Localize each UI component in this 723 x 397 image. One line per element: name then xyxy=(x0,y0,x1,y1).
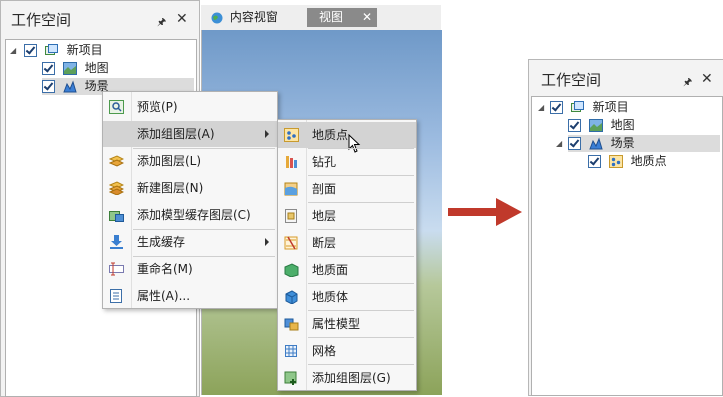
workspace-panel-result: 工作空间 🖈 ✕ ◢ 新项目 地图 ◢ 场景 地质点 xyxy=(528,59,723,396)
model-cache-icon xyxy=(109,211,124,222)
menu-item-rename[interactable]: 重命名(M) xyxy=(103,256,277,282)
tab-view[interactable]: 视图 ✕ xyxy=(307,8,377,27)
pin-icon[interactable]: 🖈 xyxy=(683,75,692,92)
checkbox-checked-icon[interactable] xyxy=(588,155,601,168)
new-layer-icon xyxy=(109,181,124,195)
menu-item-add-model-cache-layer[interactable]: 添加模型缓存图层(C) xyxy=(103,202,277,228)
submenu-item-add-group-layer[interactable]: 添加组图层(G) xyxy=(278,365,416,391)
grid-icon xyxy=(285,345,297,357)
geo-body-icon xyxy=(285,290,298,304)
context-menu: 预览(P) 添加组图层(A) 添加图层(L) 新建图层(N) 添加模型缓存图层(… xyxy=(102,91,278,309)
submenu-item-section[interactable]: 剖面 xyxy=(278,176,416,202)
collapse-arrow-icon[interactable]: ◢ xyxy=(10,46,16,55)
menu-item-preview[interactable]: 预览(P) xyxy=(103,94,277,120)
submenu: 地质点 钻孔 剖面 地层 断层 地质面 地质体 属性模型 网格 添加组图层(G) xyxy=(277,119,417,391)
scene-icon xyxy=(63,80,77,93)
document-tab-bar: 内容视窗 视图 ✕ xyxy=(201,5,441,30)
fault-icon xyxy=(284,236,298,250)
checkbox-checked-icon[interactable] xyxy=(568,119,581,132)
submenu-arrow-icon xyxy=(265,238,269,246)
submenu-item-fault[interactable]: 断层 xyxy=(278,230,416,256)
tree-node-geo-point[interactable]: 地质点 xyxy=(588,153,667,170)
geo-point-icon xyxy=(284,128,299,142)
tree-node-scene[interactable]: 场景 xyxy=(568,135,720,152)
checkbox-checked-icon[interactable] xyxy=(42,80,55,93)
stratum-icon xyxy=(285,209,297,223)
map-icon xyxy=(588,119,603,132)
download-icon xyxy=(110,235,123,249)
add-layer-icon xyxy=(109,155,124,167)
tab-content-view[interactable]: 内容视窗 xyxy=(205,8,284,27)
properties-icon xyxy=(110,289,122,303)
scene-icon xyxy=(589,137,603,150)
workspace-tree: ◢ 新项目 地图 ◢ 场景 地质点 xyxy=(531,96,723,396)
submenu-item-stratum[interactable]: 地层 xyxy=(278,203,416,229)
tree-node-map[interactable]: 地图 xyxy=(42,60,109,77)
menu-item-generate-cache[interactable]: 生成缓存 xyxy=(103,229,277,255)
checkbox-checked-icon[interactable] xyxy=(42,62,55,75)
collapse-arrow-icon[interactable]: ◢ xyxy=(556,139,562,148)
submenu-item-attribute-model[interactable]: 属性模型 xyxy=(278,311,416,337)
preview-icon xyxy=(109,100,124,114)
submenu-item-geo-surface[interactable]: 地质面 xyxy=(278,257,416,283)
menu-item-add-layer[interactable]: 添加图层(L) xyxy=(103,148,277,174)
submenu-item-geo-point[interactable]: 地质点 xyxy=(278,122,416,153)
tree-node-map[interactable]: 地图 xyxy=(568,117,635,134)
project-icon xyxy=(570,101,584,112)
pin-icon[interactable]: 🖈 xyxy=(157,15,166,32)
section-icon xyxy=(284,182,298,196)
close-icon[interactable]: ✕ xyxy=(362,8,372,27)
menu-item-add-group-layer[interactable]: 添加组图层(A) xyxy=(103,121,277,147)
transition-arrow-icon xyxy=(448,198,522,226)
rename-icon xyxy=(109,262,124,276)
submenu-item-geo-body[interactable]: 地质体 xyxy=(278,284,416,310)
borehole-icon xyxy=(286,156,297,168)
checkbox-checked-icon[interactable] xyxy=(24,44,37,57)
menu-item-properties[interactable]: 属性(A)... xyxy=(103,283,277,309)
add-group-layer-icon xyxy=(284,371,297,385)
geo-point-icon xyxy=(608,155,623,168)
panel-title: 工作空间 xyxy=(541,71,602,89)
map-icon xyxy=(62,62,77,75)
project-icon xyxy=(44,44,58,55)
geo-surface-icon xyxy=(284,263,299,277)
tree-node-project[interactable]: 新项目 xyxy=(550,99,629,116)
checkbox-checked-icon[interactable] xyxy=(550,101,563,114)
close-icon[interactable]: ✕ xyxy=(701,71,713,87)
tree-node-project[interactable]: 新项目 xyxy=(24,42,103,59)
globe-icon xyxy=(211,12,223,23)
submenu-item-borehole[interactable]: 钻孔 xyxy=(278,149,416,175)
submenu-arrow-icon xyxy=(265,130,269,138)
panel-title: 工作空间 xyxy=(11,11,72,29)
close-icon[interactable]: ✕ xyxy=(176,11,188,27)
submenu-item-grid[interactable]: 网格 xyxy=(278,338,416,364)
checkbox-checked-icon[interactable] xyxy=(568,137,581,150)
menu-item-new-layer[interactable]: 新建图层(N) xyxy=(103,175,277,201)
collapse-arrow-icon[interactable]: ◢ xyxy=(538,103,544,112)
attribute-model-icon xyxy=(284,318,299,331)
